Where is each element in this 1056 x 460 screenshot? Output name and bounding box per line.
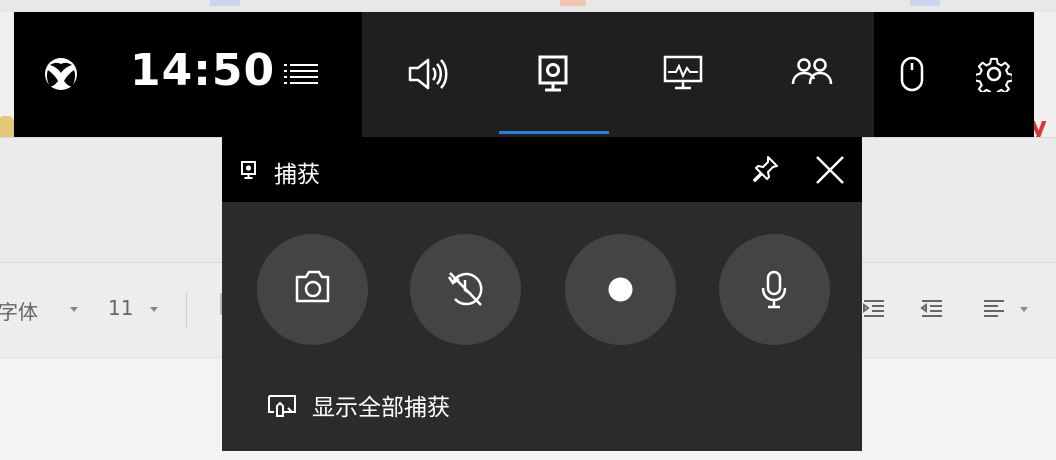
align-left-icon[interactable] xyxy=(982,297,1006,321)
font-family-dropdown[interactable]: 字体 xyxy=(0,296,38,325)
microphone-toggle-button[interactable] xyxy=(719,234,830,345)
social-widget-button[interactable] xyxy=(746,12,874,137)
microphone-icon xyxy=(761,270,787,309)
gamebar-right-section xyxy=(874,12,1034,137)
toolbar-divider xyxy=(186,293,187,329)
capture-panel: 捕获 显示全部捕获 xyxy=(222,137,862,451)
settings-button[interactable] xyxy=(962,12,1026,137)
clock-time: 14:50 xyxy=(130,45,276,96)
gallery-icon xyxy=(268,395,296,417)
capture-panel-title: 捕获 xyxy=(274,162,320,188)
camera-icon xyxy=(295,270,330,303)
record-dot-icon xyxy=(608,277,633,302)
close-icon[interactable] xyxy=(814,154,846,186)
gamebar-left-section: 14:50 xyxy=(14,12,362,137)
show-all-captures-link[interactable]: 显示全部捕获 xyxy=(266,385,526,425)
gamebar-widget-bar xyxy=(362,12,874,137)
speaker-icon xyxy=(408,58,448,90)
audio-widget-button[interactable] xyxy=(362,12,490,137)
social-icon xyxy=(791,58,833,85)
gear-icon xyxy=(976,57,1012,92)
font-size-dropdown[interactable]: 11 xyxy=(108,296,133,320)
performance-icon xyxy=(663,55,703,90)
mouse-icon xyxy=(900,56,924,92)
widget-menu-icon[interactable] xyxy=(284,62,320,86)
show-all-captures-label: 显示全部捕获 xyxy=(312,395,450,421)
capture-widget-icon xyxy=(241,161,256,179)
decrease-indent-icon[interactable] xyxy=(920,297,944,321)
xbox-icon[interactable] xyxy=(44,57,78,91)
align-caret-icon xyxy=(1020,307,1028,312)
increase-indent-icon[interactable] xyxy=(862,297,886,321)
background-title-strip xyxy=(0,0,1056,12)
background-folder-icon xyxy=(0,116,14,138)
record-last-icon xyxy=(447,272,483,306)
screenshot-button[interactable] xyxy=(257,234,368,345)
font-family-caret-icon xyxy=(70,307,78,312)
record-last-30s-button[interactable] xyxy=(410,234,521,345)
capture-widget-button[interactable] xyxy=(490,12,618,137)
capture-widget-icon xyxy=(538,55,568,92)
start-recording-button[interactable] xyxy=(565,234,676,345)
mouse-settings-button[interactable] xyxy=(882,12,946,137)
font-size-caret-icon xyxy=(150,307,158,312)
capture-panel-header: 捕获 xyxy=(222,137,862,202)
pin-icon[interactable] xyxy=(750,154,780,184)
performance-widget-button[interactable] xyxy=(618,12,746,137)
